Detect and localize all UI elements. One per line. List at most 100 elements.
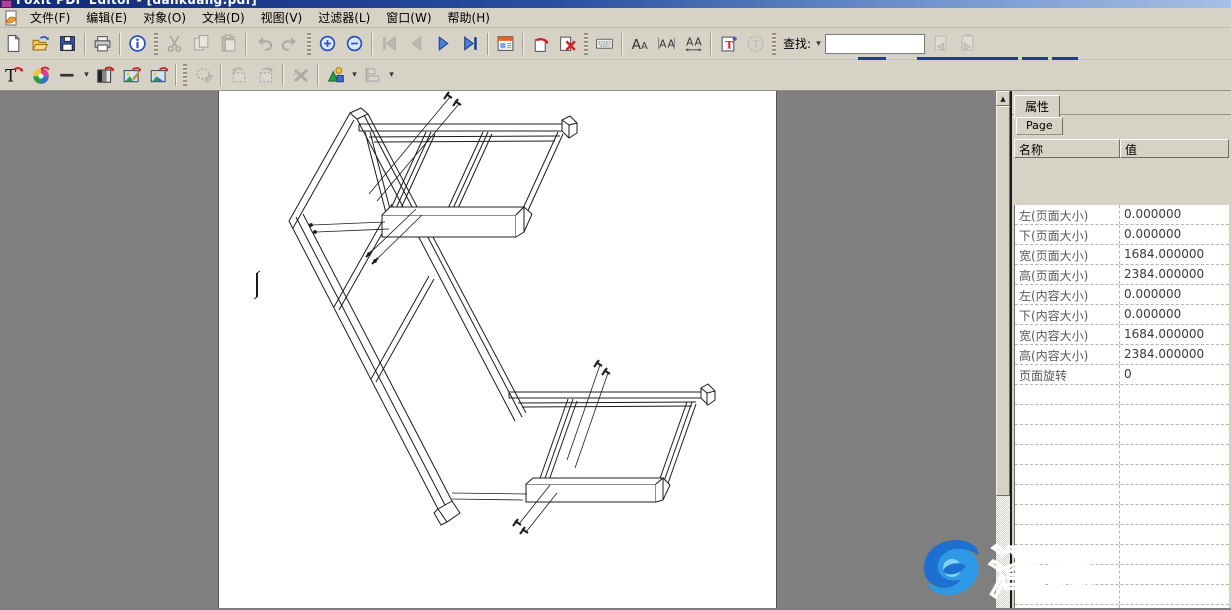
menu-view[interactable]: 视图(V) — [253, 7, 311, 29]
new-document-icon — [4, 34, 23, 53]
lasso-edit-button — [190, 62, 217, 88]
line-style-dropdown-arrow[interactable]: ▾ — [82, 70, 91, 80]
font-size-button[interactable]: A A — [626, 31, 653, 57]
add-text-button[interactable]: T — [715, 31, 742, 57]
property-value[interactable]: 1684.000000 — [1120, 245, 1229, 264]
undo-icon — [254, 34, 273, 53]
properties-panel: 属性 Page 名称 值 左(页面大小) 0.000000 下(页面大小) 0.… — [1010, 91, 1231, 608]
toolbar-grip[interactable] — [154, 33, 158, 55]
toolbar-separator — [245, 33, 247, 55]
property-value[interactable]: 0.000000 — [1120, 205, 1229, 224]
toolbar-separator — [84, 33, 86, 55]
menu-file[interactable]: 文件(F) — [22, 7, 78, 29]
document-menu-icon[interactable] — [3, 10, 19, 26]
property-row[interactable]: 宽(内容大小) 1684.000000 — [1015, 325, 1229, 345]
virtual-keyboard-button[interactable] — [591, 31, 618, 57]
document-info-button[interactable] — [124, 31, 151, 57]
delete-page-button[interactable] — [554, 31, 581, 57]
page-tab[interactable]: Page — [1016, 117, 1063, 135]
copy-button — [188, 31, 215, 57]
edit-image-tool-button[interactable] — [118, 62, 145, 88]
property-value[interactable]: 2384.000000 — [1120, 265, 1229, 284]
property-row[interactable]: 宽(页面大小) 1684.000000 — [1015, 245, 1229, 265]
menu-help[interactable]: 帮助(H) — [440, 7, 498, 29]
property-row[interactable]: 下(页面大小) 0.000000 — [1015, 225, 1229, 245]
property-value[interactable]: 0 — [1120, 365, 1229, 384]
toolbar-grip[interactable] — [183, 64, 187, 86]
scroll-up-button[interactable]: ▲ — [996, 91, 1010, 106]
scrollbar-thumb[interactable] — [996, 106, 1010, 496]
menu-filter[interactable]: 过滤器(L) — [310, 7, 378, 29]
rotate-page-button[interactable] — [527, 31, 554, 57]
replace-image-tool-button[interactable] — [145, 62, 172, 88]
gradient-fill-tool-button[interactable] — [91, 62, 118, 88]
page-layout-button[interactable] — [492, 31, 519, 57]
text-object-tool-button[interactable]: T — [0, 62, 27, 88]
open-file-button[interactable] — [27, 31, 54, 57]
letter-widen-button[interactable]: A A — [680, 31, 707, 57]
toolbar-grip[interactable] — [772, 33, 776, 55]
text-circle-icon: T — [746, 34, 765, 53]
menu-edit[interactable]: 编辑(E) — [78, 7, 135, 29]
info-icon — [128, 34, 147, 53]
delete-page-icon — [558, 34, 577, 53]
toolbar-grip[interactable] — [307, 33, 311, 55]
property-name: 高(内容大小) — [1015, 345, 1120, 364]
align-tool-button — [359, 62, 386, 88]
zoom-in-button[interactable] — [314, 31, 341, 57]
lasso-edit-icon — [194, 65, 214, 85]
menu-window[interactable]: 窗口(W) — [378, 7, 439, 29]
property-row[interactable]: 高(页面大小) 2384.000000 — [1015, 265, 1229, 285]
svg-text:A: A — [632, 37, 642, 53]
empty-row — [1015, 565, 1229, 585]
property-row[interactable]: 左(页面大小) 0.000000 — [1015, 205, 1229, 225]
save-file-button[interactable] — [54, 31, 81, 57]
align-dropdown-arrow[interactable]: ▾ — [387, 70, 396, 80]
app-icon — [1, 0, 12, 8]
letter-spacing-button[interactable]: A A — [653, 31, 680, 57]
toolbar-grip[interactable] — [584, 33, 588, 55]
property-row[interactable]: 下(内容大小) 0.000000 — [1015, 305, 1229, 325]
next-page-button[interactable] — [430, 31, 457, 57]
property-row[interactable]: 高(内容大小) 2384.000000 — [1015, 345, 1229, 365]
last-page-button[interactable] — [457, 31, 484, 57]
property-value[interactable]: 1684.000000 — [1120, 325, 1229, 344]
find-dropdown-arrow[interactable]: ▾ — [814, 39, 823, 49]
column-header-name[interactable]: 名称 — [1014, 139, 1120, 158]
empty-row — [1015, 505, 1229, 525]
toolbar-separator — [487, 33, 489, 55]
empty-row — [1015, 465, 1229, 485]
property-name: 宽(内容大小) — [1015, 325, 1120, 344]
rotate-object-right-button — [252, 62, 279, 88]
property-row[interactable]: 页面旋转 0 — [1015, 365, 1229, 385]
find-previous-icon — [931, 34, 950, 53]
shapes-tool-button[interactable] — [322, 62, 349, 88]
color-wheel-tool-button[interactable] — [27, 62, 54, 88]
first-page-icon — [380, 34, 399, 53]
property-row[interactable]: 左(内容大小) 0.000000 — [1015, 285, 1229, 305]
vertical-scrollbar[interactable]: ▲ — [996, 91, 1010, 608]
new-document-button[interactable] — [0, 31, 27, 57]
find-input[interactable] — [825, 34, 925, 54]
find-label: 查找: — [783, 35, 811, 52]
redo-button — [277, 31, 304, 57]
line-style-tool-button[interactable] — [54, 62, 81, 88]
print-button[interactable] — [89, 31, 116, 57]
property-name: 下(内容大小) — [1015, 305, 1120, 324]
pdf-page[interactable] — [218, 91, 777, 608]
shapes-dropdown-arrow[interactable]: ▾ — [350, 70, 359, 80]
svg-text:A: A — [695, 37, 703, 49]
property-value[interactable]: 0.000000 — [1120, 305, 1229, 324]
empty-row — [1015, 405, 1229, 425]
zoom-out-button[interactable] — [341, 31, 368, 57]
empty-row — [1015, 545, 1229, 565]
property-value[interactable]: 0.000000 — [1120, 225, 1229, 244]
undo-button — [250, 31, 277, 57]
find-next-button — [954, 31, 981, 57]
column-header-value[interactable]: 值 — [1120, 139, 1229, 158]
menu-object[interactable]: 对象(O) — [135, 7, 194, 29]
delete-object-button — [287, 62, 314, 88]
property-value[interactable]: 2384.000000 — [1120, 345, 1229, 364]
property-value[interactable]: 0.000000 — [1120, 285, 1229, 304]
menu-document[interactable]: 文档(D) — [194, 7, 253, 29]
